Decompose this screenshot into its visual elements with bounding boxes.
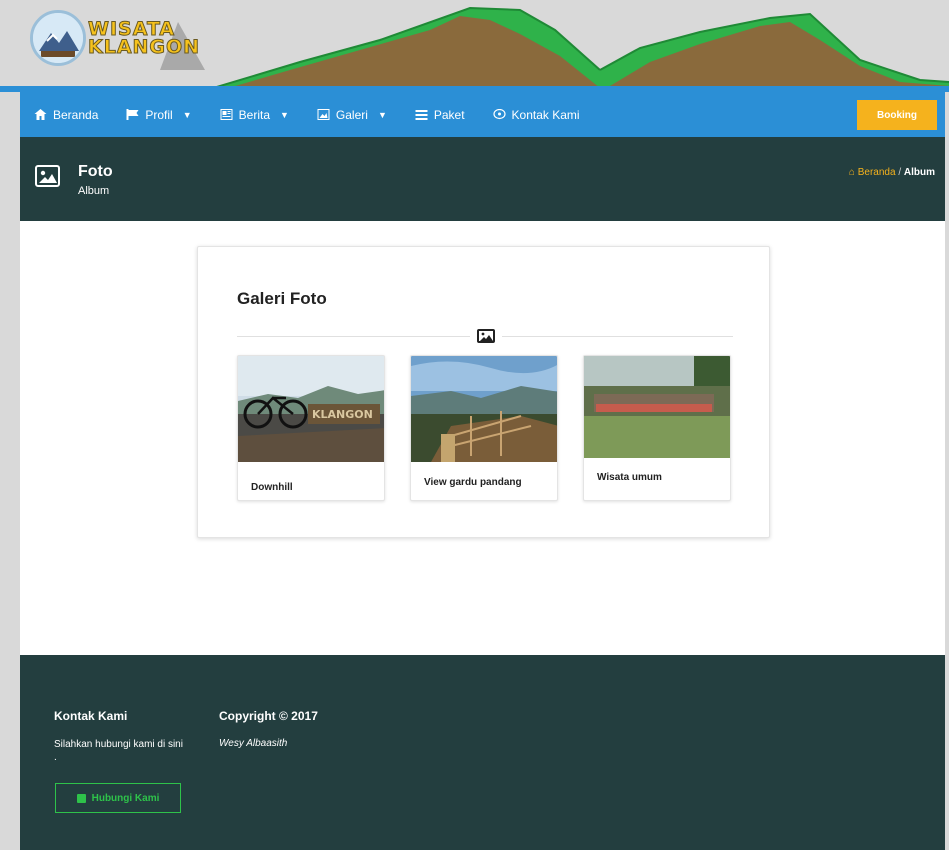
nav-item-profil[interactable]: Profil ▼ bbox=[112, 92, 205, 137]
contact-icon bbox=[492, 109, 506, 120]
booking-button[interactable]: Booking bbox=[857, 100, 937, 130]
gallery-item-downhill[interactable]: KLANGON Downhill bbox=[237, 355, 385, 501]
nav-item-kontak-kami[interactable]: Kontak Kami bbox=[479, 92, 594, 137]
main-content: Galeri Foto KLANGON Downhill View gardu … bbox=[20, 221, 945, 655]
nav-label: Profil bbox=[145, 107, 173, 122]
gallery-caption: Wisata umum bbox=[597, 472, 662, 483]
nav-label: Kontak Kami bbox=[511, 107, 580, 122]
divider-image-icon bbox=[470, 327, 502, 345]
logo-text-line2: KLANGON bbox=[87, 36, 201, 58]
phone-icon bbox=[76, 793, 86, 803]
footer-contact-title: Kontak Kami bbox=[54, 709, 128, 723]
nav-label: Galeri bbox=[335, 107, 368, 122]
home-icon: ⌂ bbox=[848, 167, 855, 178]
gallery-caption: View gardu pandang bbox=[424, 477, 522, 488]
nav-label: Beranda bbox=[53, 107, 99, 122]
gallery-item-wisata-umum[interactable]: Wisata umum bbox=[583, 355, 731, 501]
header-banner: WISATA KLANGON bbox=[0, 0, 949, 92]
gallery-photo bbox=[411, 356, 557, 462]
gallery-card: Galeri Foto KLANGON Downhill View gardu … bbox=[197, 246, 770, 538]
gallery-caption: Downhill bbox=[251, 482, 293, 493]
footer: Kontak Kami Silahkan hubungi kami di sin… bbox=[20, 655, 945, 850]
home-icon bbox=[34, 109, 47, 120]
list-icon bbox=[415, 110, 428, 120]
nav-item-berita[interactable]: Berita ▼ bbox=[206, 92, 303, 137]
chevron-down-icon: ▼ bbox=[182, 109, 192, 120]
gallery-photo: KLANGON bbox=[238, 356, 384, 462]
contact-us-button[interactable]: Hubungi Kami bbox=[55, 783, 181, 813]
main-navbar: Beranda Profil ▼ Berita ▼ Galeri ▼ Paket… bbox=[20, 92, 945, 137]
chevron-down-icon: ▼ bbox=[280, 109, 289, 120]
page-subtitle: Album bbox=[78, 185, 110, 197]
nav-item-galeri[interactable]: Galeri ▼ bbox=[303, 92, 401, 137]
site-logo[interactable]: WISATA KLANGON bbox=[30, 10, 200, 72]
contact-us-label: Hubungi Kami bbox=[91, 792, 160, 804]
gallery-item-view-gardu-pandang[interactable]: View gardu pandang bbox=[410, 355, 558, 501]
breadcrumb-current: Album bbox=[903, 167, 935, 178]
chevron-down-icon: ▼ bbox=[377, 109, 387, 120]
photo-icon bbox=[35, 165, 60, 187]
breadcrumb-separator: / bbox=[898, 167, 902, 178]
nav-label: Berita bbox=[238, 107, 270, 122]
breadcrumb: ⌂ Beranda / Album bbox=[849, 167, 935, 178]
image-icon bbox=[317, 109, 330, 120]
footer-copyright-title: Copyright © 2017 bbox=[219, 709, 318, 723]
footer-contact-text: Silahkan hubungi kami di sini . bbox=[54, 739, 183, 763]
nav-item-paket[interactable]: Paket bbox=[401, 92, 479, 137]
logo-emblem-icon bbox=[30, 10, 86, 66]
flag-icon bbox=[126, 109, 139, 120]
footer-author: Wesy Albaasith bbox=[219, 738, 288, 749]
gallery-photo bbox=[584, 356, 730, 458]
nav-item-beranda[interactable]: Beranda bbox=[20, 92, 112, 137]
page-title: Foto bbox=[78, 163, 113, 180]
nav-label: Paket bbox=[433, 107, 465, 122]
page-header: Foto Album ⌂ Beranda / Album bbox=[20, 137, 945, 221]
gallery-title: Galeri Foto bbox=[237, 289, 327, 308]
breadcrumb-home-link[interactable]: Beranda bbox=[858, 167, 896, 178]
newspaper-icon bbox=[220, 109, 233, 120]
svg-text:KLANGON: KLANGON bbox=[312, 408, 373, 421]
